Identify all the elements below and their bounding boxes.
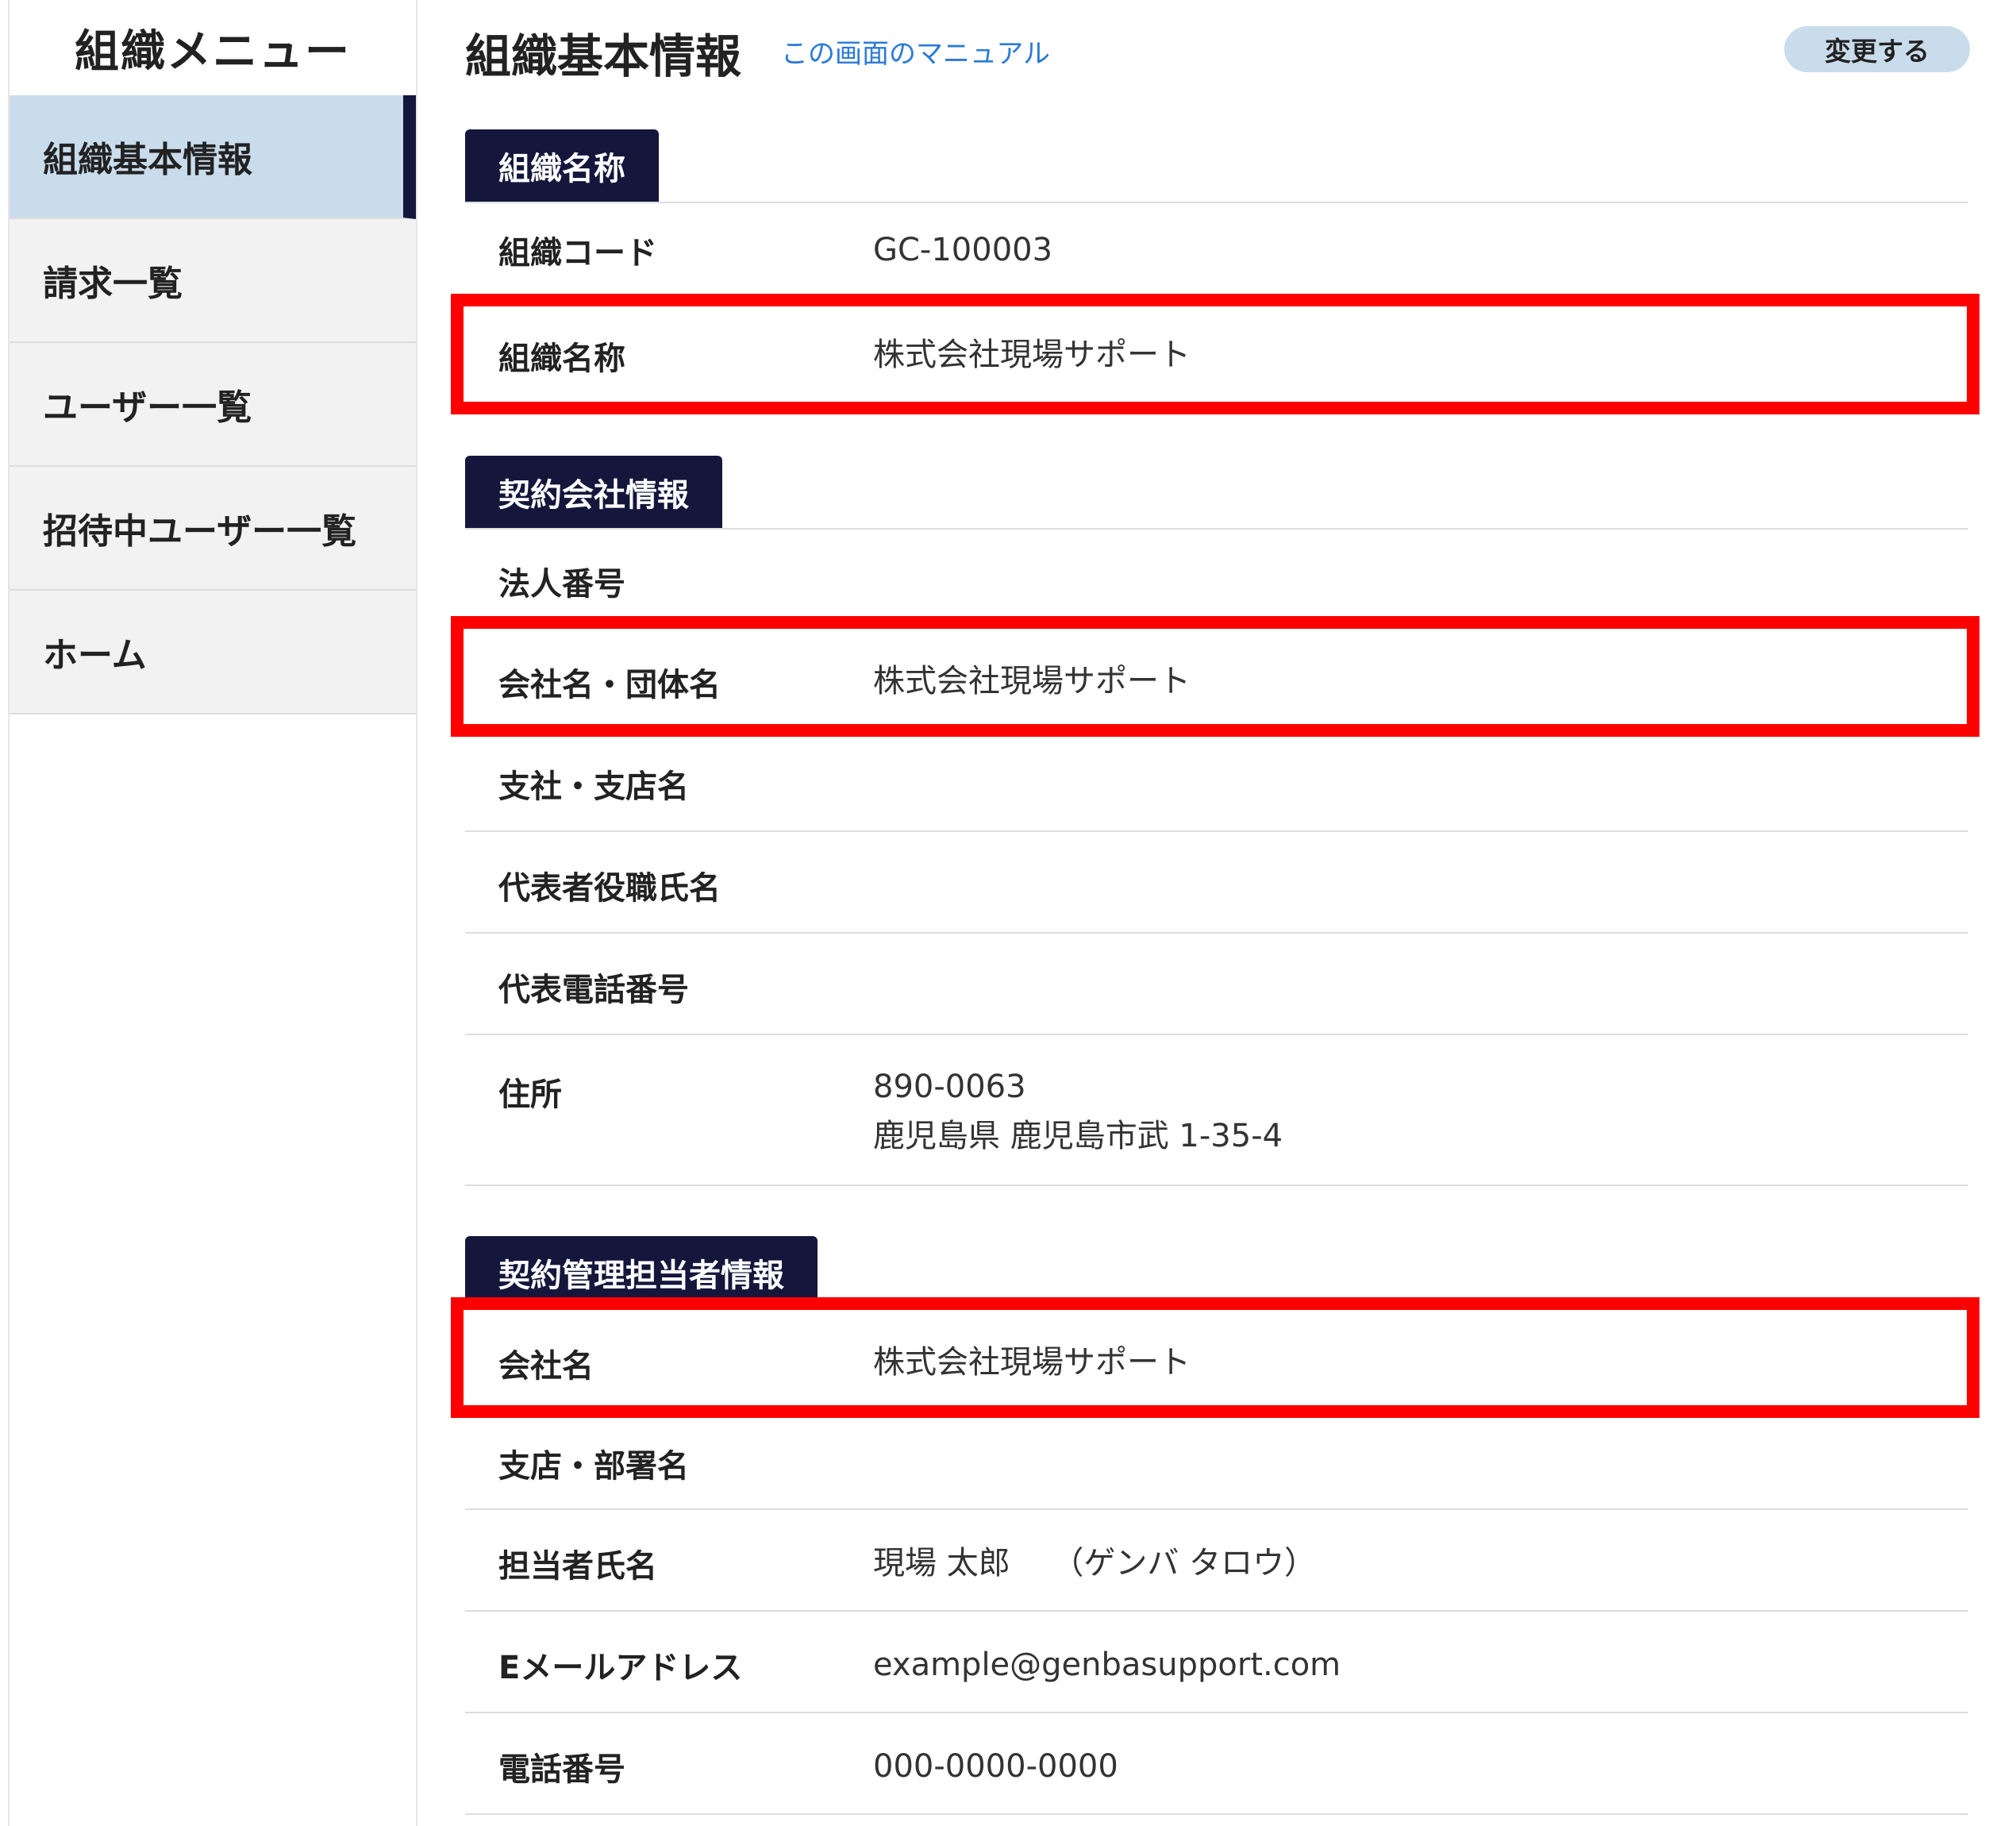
row-label: 会社名 [498, 1348, 594, 1385]
row-value: GC-100003 [873, 232, 1053, 268]
info-row-phone: 代表電話番号 [465, 934, 1968, 1035]
sidebar-item-label: ユーザー一覧 [43, 387, 252, 428]
row-value: example@genbasupport.com [873, 1647, 1341, 1683]
info-row-address: 住所 890-0063 鹿児島県 鹿児島市武 1-35-4 [465, 1035, 1968, 1186]
sidebar-item-org-info[interactable]: 組織基本情報 [10, 95, 416, 219]
section-tab-org: 組織名称 [465, 129, 659, 202]
row-value: 株式会社現場サポート [873, 663, 1191, 699]
manual-link[interactable]: この画面のマニュアル [781, 32, 1050, 71]
row-value: 000-0000-0000 [873, 1748, 1118, 1785]
postal-code: 890-0063 [873, 1069, 1026, 1105]
edit-button[interactable]: 変更する [1784, 26, 1970, 72]
sidebar-title: 組織メニュー [75, 25, 351, 78]
info-row-email: Eメールアドレス example@genbasupport.com [465, 1612, 1968, 1713]
info-row-company-name: 会社名・団体名 株式会社現場サポート [465, 619, 1968, 732]
info-row-branch-name: 支社・支店名 [465, 732, 1968, 832]
row-value: 現場 太郎 （ゲンバ タロウ） [873, 1545, 1317, 1581]
info-row-org-code: 組織コード GC-100003 [465, 203, 1968, 297]
row-value: 株式会社現場サポート [873, 337, 1191, 373]
row-label: 法人番号 [498, 566, 625, 603]
section-tab-contract-company: 契約会社情報 [465, 456, 722, 529]
info-row-corporate-number: 法人番号 [465, 530, 1968, 619]
info-row-manager-company: 会社名 株式会社現場サポート [465, 1310, 1968, 1412]
row-label: 支社・支店名 [498, 769, 689, 805]
sidebar-item-billing[interactable]: 請求一覧 [10, 219, 416, 343]
row-label: 組織名称 [498, 341, 625, 377]
row-label: 組織コード [498, 235, 657, 272]
info-row-representative: 代表者役職氏名 [465, 832, 1968, 934]
address-value: 890-0063 鹿児島県 鹿児島市武 1-35-4 [873, 1062, 1283, 1161]
row-label: 代表電話番号 [498, 972, 689, 1008]
section-tab-contract-manager: 契約管理担当者情報 [465, 1236, 818, 1309]
address-line: 鹿児島県 鹿児島市武 1-35-4 [873, 1118, 1283, 1154]
info-row-manager-phone: 電話番号 000-0000-0000 [465, 1713, 1968, 1815]
sidebar-item-label: 招待中ユーザー一覧 [43, 511, 357, 552]
row-value: 株式会社現場サポート [873, 1344, 1191, 1381]
info-row-department: 支店・部署名 [465, 1412, 1968, 1510]
row-label: 電話番号 [498, 1751, 625, 1788]
sidebar: 組織メニュー 組織基本情報 請求一覧 ユーザー一覧 招待中ユーザー一覧 ホーム [8, 0, 417, 1826]
sidebar-item-invited-users[interactable]: 招待中ユーザー一覧 [10, 467, 416, 591]
sidebar-item-label: ホーム [43, 635, 147, 676]
row-label: 会社名・団体名 [498, 667, 721, 703]
app-root: 組織メニュー 組織基本情報 請求一覧 ユーザー一覧 招待中ユーザー一覧 ホーム … [0, 0, 2016, 1826]
sidebar-item-label: 請求一覧 [43, 264, 183, 304]
info-row-manager-name: 担当者氏名 現場 太郎 （ゲンバ タロウ） [465, 1510, 1968, 1612]
page-header: 組織基本情報 この画面のマニュアル 変更する [465, 0, 1973, 103]
row-label: 住所 [498, 1077, 562, 1113]
sidebar-item-home[interactable]: ホーム [10, 591, 416, 715]
page-title: 組織基本情報 [465, 29, 742, 83]
sidebar-item-users[interactable]: ユーザー一覧 [10, 343, 416, 467]
row-label: Eメールアドレス [498, 1650, 743, 1686]
info-row-org-name: 組織名称 株式会社現場サポート [465, 297, 1968, 405]
row-label: 代表者役職氏名 [498, 870, 721, 907]
sidebar-item-label: 組織基本情報 [43, 140, 252, 180]
main-content: 組織基本情報 この画面のマニュアル 変更する 組織名称 組織コード GC-100… [451, 0, 1979, 1826]
row-label: 支店・部署名 [498, 1448, 689, 1485]
row-label: 担当者氏名 [498, 1548, 657, 1585]
